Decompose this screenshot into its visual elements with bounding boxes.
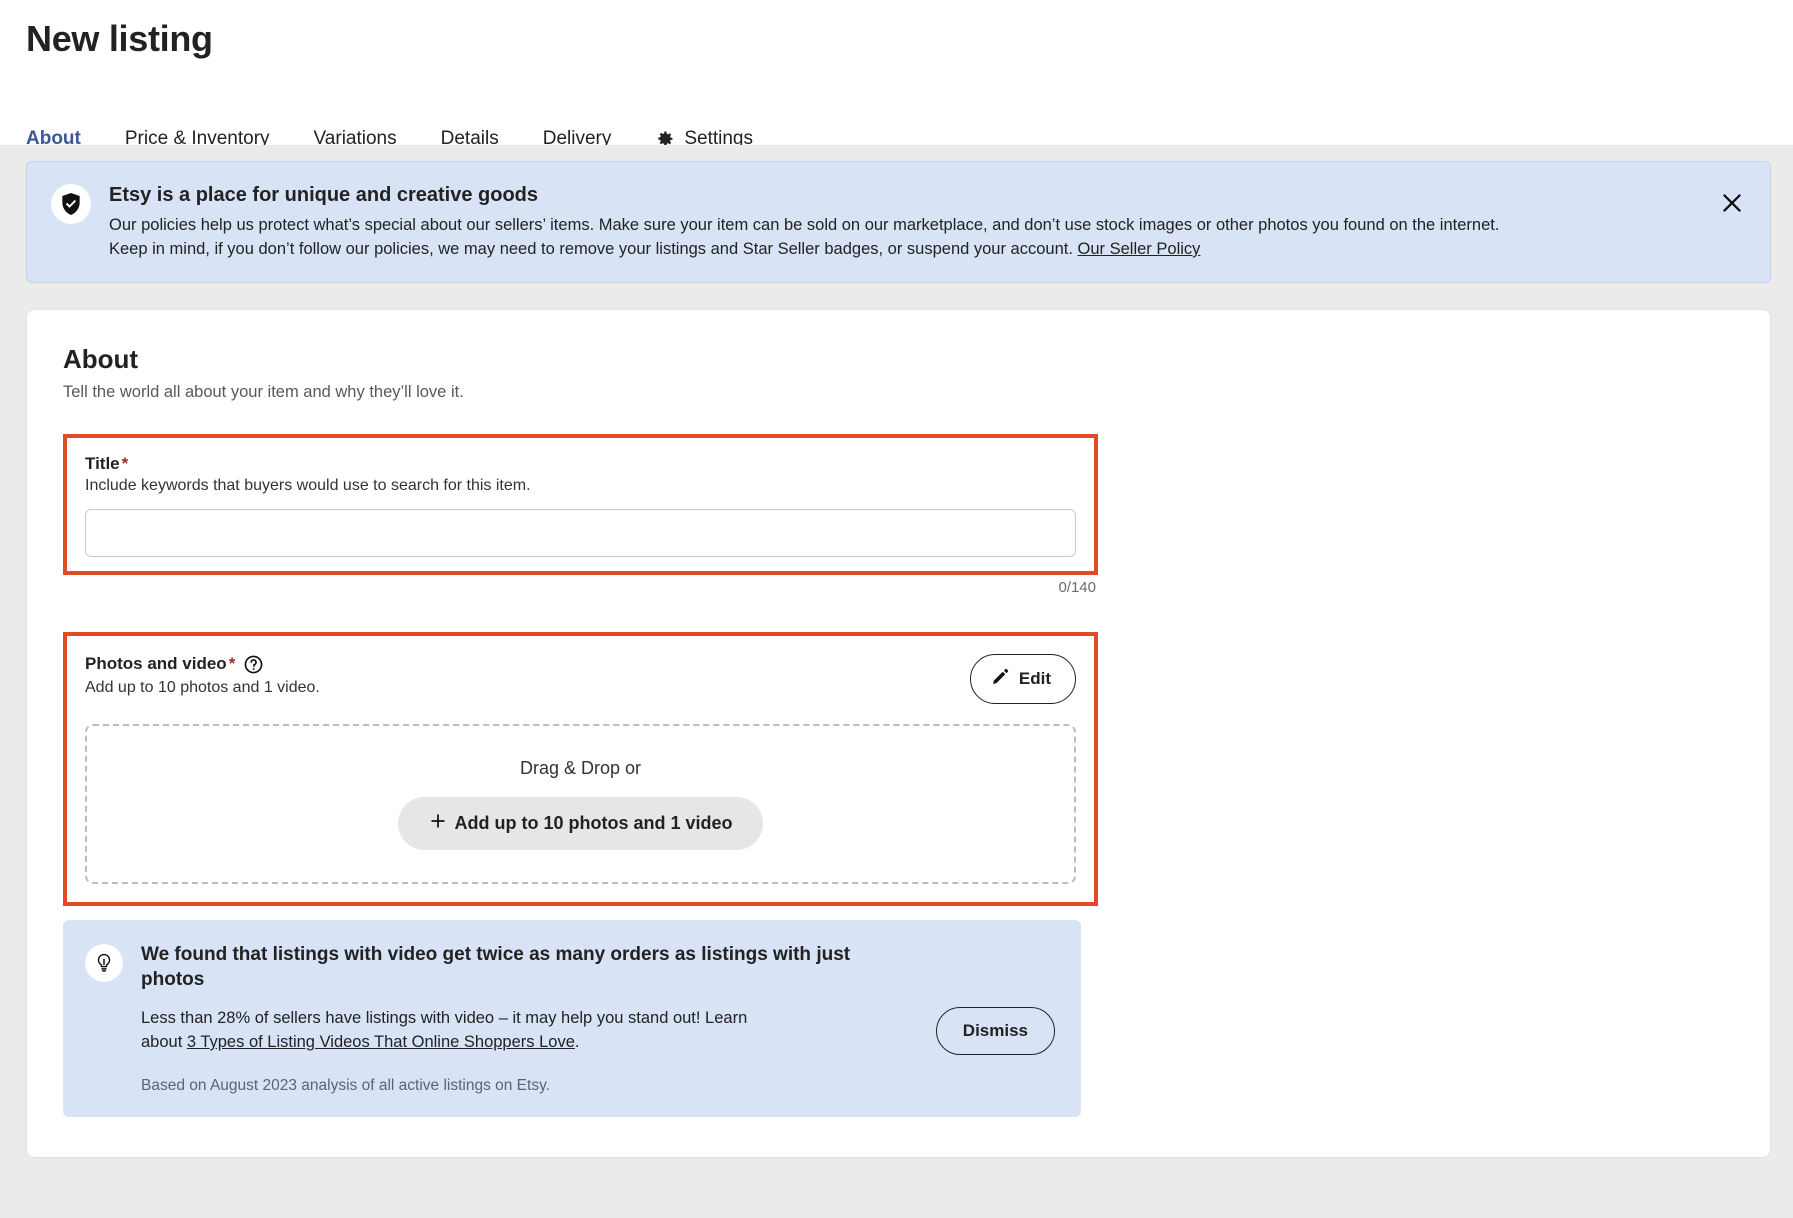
question-circle-icon[interactable] (243, 654, 264, 675)
title-input[interactable] (85, 508, 1076, 557)
policy-banner-body-line1: Our policies help us protect what’s spec… (109, 216, 1500, 234)
title-field-group: Title * Include keywords that buyers woul… (63, 433, 1098, 575)
title-field-label-text: Title (85, 453, 120, 473)
photos-field-help: Add up to 10 photos and 1 video. (85, 678, 320, 696)
policy-banner-body-line2: Keep in mind, if you don’t follow our po… (109, 239, 1078, 258)
video-tip-content: We found that listings with video get tw… (141, 942, 1055, 1095)
title-field-help: Include keywords that buyers would use t… (85, 476, 531, 494)
lightbulb-icon (85, 943, 123, 982)
plus-icon (428, 811, 448, 836)
about-card: About Tell the world all about your item… (26, 308, 1771, 1159)
page-title: New listing (26, 18, 213, 59)
add-photos-button-label: Add up to 10 photos and 1 video (454, 812, 733, 833)
dismiss-tip-button[interactable]: Dismiss (935, 1007, 1055, 1056)
policy-banner-title: Etsy is a place for unique and creative … (109, 184, 539, 206)
title-field-label: Title * (85, 454, 1076, 474)
title-required-marker: * (121, 453, 129, 473)
photos-header: Photos and video * Add up to 10 photos a… (85, 653, 1076, 704)
page-header: New listing About Price & Inventory Vari… (0, 0, 1793, 166)
about-section-title: About (63, 343, 139, 374)
video-tip-title: We found that listings with video get tw… (141, 943, 851, 991)
listing-videos-link[interactable]: 3 Types of Listing Videos That Online Sh… (187, 1033, 575, 1051)
policy-banner-body: Our policies help us protect what’s spec… (109, 214, 1700, 262)
title-char-counter: 0/140 (1058, 578, 1096, 596)
seller-policy-link[interactable]: Our Seller Policy (1078, 240, 1201, 258)
photos-field-label: Photos and video * (85, 654, 235, 674)
policy-banner: Etsy is a place for unique and creative … (26, 161, 1771, 283)
add-photos-button[interactable]: Add up to 10 photos and 1 video (398, 796, 763, 850)
new-listing-page: New listing About Price & Inventory Vari… (0, 0, 1793, 1218)
video-tip-footnote: Based on August 2023 analysis of all act… (141, 1077, 550, 1095)
close-icon (1719, 190, 1745, 219)
photos-field-group: Photos and video * Add up to 10 photos a… (63, 631, 1098, 906)
photos-required-marker: * (228, 654, 236, 674)
shield-check-icon (51, 184, 91, 224)
edit-photos-button-label: Edit (1018, 668, 1051, 688)
policy-banner-close-button[interactable] (1716, 188, 1748, 220)
video-tip-body-suffix: . (574, 1033, 580, 1052)
video-tip-card: We found that listings with video get tw… (63, 919, 1081, 1118)
policy-banner-text: Etsy is a place for unique and creative … (109, 182, 1700, 262)
edit-photos-button[interactable]: Edit (969, 653, 1076, 704)
content-area: Etsy is a place for unique and creative … (0, 145, 1793, 1218)
about-section-subtitle: Tell the world all about your item and w… (63, 382, 464, 401)
video-tip-body: Less than 28% of sellers have listings w… (141, 1007, 791, 1055)
photo-dropzone[interactable]: Drag & Drop or Add up to 10 photos and 1… (85, 723, 1076, 884)
pencil-icon (991, 667, 1010, 691)
photos-field-label-text: Photos and video (85, 654, 227, 674)
dropzone-label: Drag & Drop or (519, 757, 642, 778)
